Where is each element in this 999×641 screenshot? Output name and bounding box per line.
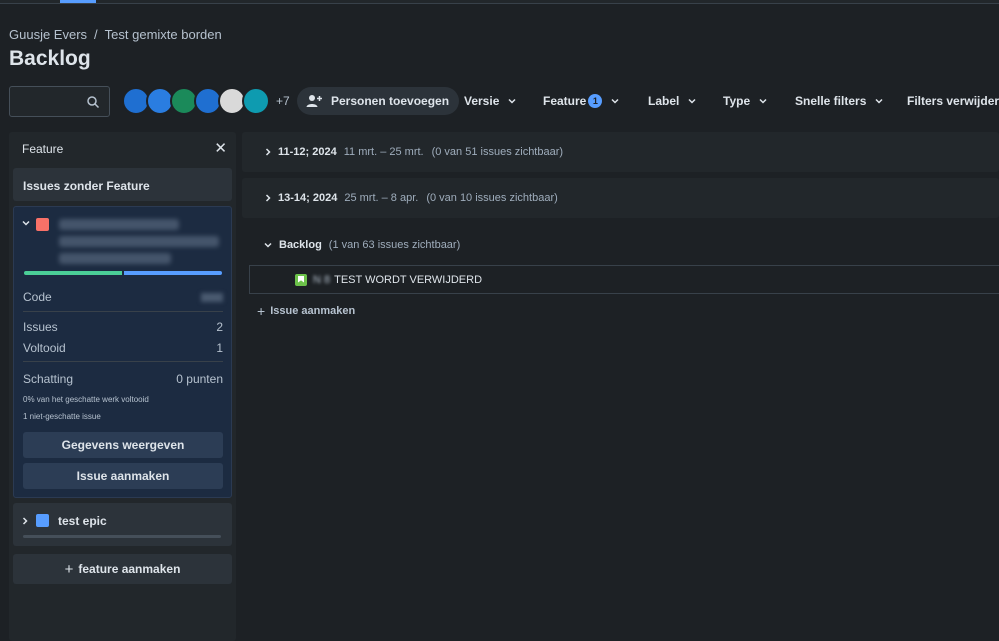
code-value-redacted <box>201 293 223 302</box>
epic-card[interactable]: test epic <box>13 503 232 546</box>
breadcrumb-separator: / <box>94 27 98 42</box>
sprint-dates: 25 mrt. – 8 apr. <box>344 192 419 204</box>
filter-feature-label: Feature <box>543 94 587 108</box>
feature-card[interactable]: Code Issues 2 Voltooid 1 Schatting 0 pun… <box>13 206 232 498</box>
divider <box>23 311 223 312</box>
sprint-dates: 11 mrt. – 25 mrt. <box>343 146 424 158</box>
issues-label: Issues <box>23 320 58 334</box>
add-person-icon <box>306 95 322 107</box>
chevron-right-icon[interactable] <box>264 194 272 202</box>
avatar-overflow-count[interactable]: +7 <box>276 94 290 108</box>
filter-versie-label: Versie <box>464 94 500 108</box>
chevron-down-icon <box>759 98 767 104</box>
backlog-header[interactable]: Backlog (1 van 63 issues zichtbaar) <box>264 239 460 251</box>
sprint-issue-count: (0 van 10 issues zichtbaar) <box>426 192 558 204</box>
breadcrumb-project[interactable]: Guusje Evers <box>9 27 87 42</box>
page-title: Backlog <box>9 47 91 70</box>
filter-label-button[interactable]: Label <box>648 87 696 115</box>
progress-done-segment <box>24 271 122 275</box>
add-people-button[interactable]: Personen toevoegen <box>297 87 460 115</box>
plus-icon: + <box>257 303 266 319</box>
story-icon <box>295 273 307 286</box>
create-issue-label: Issue aanmaken <box>270 305 356 317</box>
estimate-note: 0% van het geschatte werk voltooid <box>23 395 149 404</box>
done-label: Voltooid <box>23 341 66 355</box>
plus-icon: + <box>64 560 74 578</box>
done-value: 1 <box>216 341 223 355</box>
filter-type-label: Type <box>723 94 751 108</box>
breadcrumb-board[interactable]: Test gemixte borden <box>105 27 222 42</box>
chevron-right-icon[interactable] <box>21 517 29 525</box>
code-label: Code <box>23 290 52 304</box>
top-navigation-bar <box>0 0 999 4</box>
sprint-row[interactable]: 11-12; 2024 11 mrt. – 25 mrt. (0 van 51 … <box>242 132 999 172</box>
unestimated-note: 1 niet-geschatte issue <box>23 412 101 421</box>
avatar[interactable] <box>242 87 270 115</box>
create-feature-label: feature aanmaken <box>78 562 181 576</box>
chevron-down-icon <box>611 98 619 104</box>
create-issue-button[interactable]: Issue aanmaken <box>23 463 223 489</box>
filter-versie-button[interactable]: Versie <box>464 87 516 115</box>
epic-progress-bar <box>23 535 221 538</box>
feature-title-redacted <box>59 219 224 265</box>
filter-feature-button[interactable]: Feature 1 <box>543 87 619 115</box>
feature-progress-bar <box>24 271 222 275</box>
estimate-value: 0 punten <box>176 372 223 386</box>
issues-without-feature-item[interactable]: Issues zonder Feature <box>13 168 232 201</box>
feature-code-row: Code <box>23 290 223 304</box>
issue-key[interactable]: N 8 <box>313 274 330 286</box>
chevron-down-icon <box>688 98 696 104</box>
issues-value: 2 <box>216 320 223 334</box>
quick-filters-button[interactable]: Snelle filters <box>795 87 883 115</box>
issue-row[interactable]: N 8 TEST WORDT VERWIJDERD <box>249 265 999 294</box>
chevron-down-icon[interactable] <box>264 241 272 249</box>
backlog-issue-count: (1 van 63 issues zichtbaar) <box>328 239 461 251</box>
close-icon[interactable]: ✕ <box>214 139 227 157</box>
active-nav-indicator <box>60 0 96 3</box>
progress-remaining-segment <box>124 271 222 275</box>
search-icon <box>87 96 100 109</box>
create-issue-link[interactable]: + Issue aanmaken <box>257 303 355 319</box>
sprint-name: 13-14; 2024 <box>278 192 338 204</box>
epic-color-swatch <box>36 514 49 527</box>
feature-estimate-row: Schatting 0 punten <box>23 372 223 386</box>
feature-done-row: Voltooid 1 <box>23 341 223 355</box>
sprint-row[interactable]: 13-14; 2024 25 mrt. – 8 apr. (0 van 10 i… <box>242 178 999 218</box>
clear-filters-label: Filters verwijdere <box>907 94 999 108</box>
chevron-down-icon[interactable] <box>22 219 30 227</box>
view-details-button[interactable]: Gegevens weergeven <box>23 432 223 458</box>
backlog-name: Backlog <box>279 239 322 251</box>
epic-label: test epic <box>58 514 107 528</box>
issue-summary[interactable]: TEST WORDT VERWIJDERD <box>334 274 482 286</box>
feature-issues-row: Issues 2 <box>23 320 223 334</box>
filter-label-label: Label <box>648 94 680 108</box>
sprint-issue-count: (0 van 51 issues zichtbaar) <box>431 146 564 158</box>
create-feature-button[interactable]: + feature aanmaken <box>13 554 232 584</box>
feature-panel: Feature ✕ Issues zonder Feature Code Iss… <box>9 132 236 641</box>
backlog-main: 11-12; 2024 11 mrt. – 25 mrt. (0 van 51 … <box>242 132 999 641</box>
chevron-right-icon[interactable] <box>264 148 272 156</box>
breadcrumb: Guusje Evers / Test gemixte borden <box>9 27 222 42</box>
estimate-label: Schatting <box>23 372 74 386</box>
feature-color-swatch <box>36 218 49 231</box>
chevron-down-icon <box>875 98 883 104</box>
divider <box>23 361 223 362</box>
avatar-group: +7 <box>122 87 290 115</box>
sprint-name: 11-12; 2024 <box>278 146 337 158</box>
chevron-down-icon <box>508 98 516 104</box>
feature-panel-title: Feature <box>22 142 64 156</box>
add-people-label: Personen toevoegen <box>331 94 450 108</box>
quick-filters-label: Snelle filters <box>795 94 867 108</box>
feature-panel-header: Feature ✕ <box>9 132 236 164</box>
clear-filters-button[interactable]: Filters verwijdere <box>907 87 999 115</box>
filter-type-button[interactable]: Type <box>723 87 767 115</box>
filter-count-badge: 1 <box>588 94 603 108</box>
search-input[interactable] <box>9 86 110 117</box>
